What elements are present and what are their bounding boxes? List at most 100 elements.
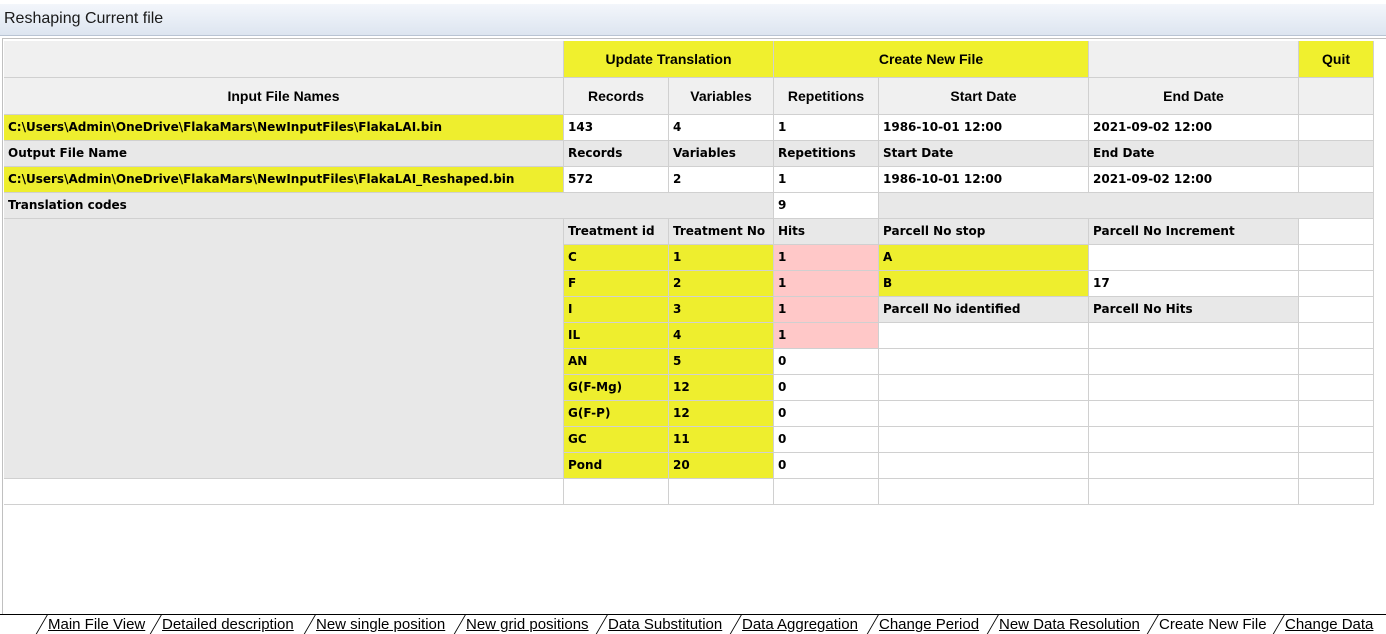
parcell-no-identified-header: Parcell No identified xyxy=(879,297,1089,323)
treatment-id-cell[interactable]: G(F-P) xyxy=(564,401,669,427)
treatment-id-cell[interactable]: I xyxy=(564,297,669,323)
quit-button[interactable]: Quit xyxy=(1299,41,1374,78)
empty-cell[interactable] xyxy=(564,479,669,505)
header-blank xyxy=(4,41,564,78)
empty-cell[interactable] xyxy=(1299,245,1374,271)
hits-cell[interactable]: 0 xyxy=(774,375,879,401)
input-repetitions-value[interactable]: 1 xyxy=(774,115,879,141)
translation-codes-count[interactable]: 9 xyxy=(774,193,879,219)
empty-cell[interactable] xyxy=(1299,401,1374,427)
input-variables-header: Variables xyxy=(669,78,774,115)
parcell-hits-cell[interactable] xyxy=(1089,349,1299,375)
treatment-id-cell[interactable]: G(F-Mg) xyxy=(564,375,669,401)
input-variables-value[interactable]: 4 xyxy=(669,115,774,141)
parcell-no-increment-header: Parcell No Increment xyxy=(1089,219,1299,245)
tab-new-data-resolution[interactable]: New Data Resolution xyxy=(995,615,1140,634)
output-start-date-value[interactable]: 1986-10-01 12:00 xyxy=(879,167,1089,193)
parcell-identified-cell[interactable] xyxy=(879,323,1089,349)
treatment-no-cell[interactable]: 4 xyxy=(669,323,774,349)
parcell-stop-cell[interactable]: B xyxy=(879,271,1089,297)
treatment-no-cell[interactable]: 1 xyxy=(669,245,774,271)
input-start-date-value[interactable]: 1986-10-01 12:00 xyxy=(879,115,1089,141)
update-translation-button[interactable]: Update Translation xyxy=(564,41,774,78)
empty-cell[interactable] xyxy=(1299,375,1374,401)
empty-cell[interactable] xyxy=(1299,167,1374,193)
treatment-no-cell[interactable]: 2 xyxy=(669,271,774,297)
empty-cell[interactable] xyxy=(4,479,564,505)
output-variables-value[interactable]: 2 xyxy=(669,167,774,193)
parcell-identified-cell[interactable] xyxy=(879,401,1089,427)
parcell-increment-cell[interactable]: 17 xyxy=(1089,271,1299,297)
empty-cell[interactable] xyxy=(1299,115,1374,141)
treatment-id-cell[interactable]: C xyxy=(564,245,669,271)
treatment-no-cell[interactable]: 3 xyxy=(669,297,774,323)
parcell-stop-cell[interactable]: A xyxy=(879,245,1089,271)
hits-cell[interactable]: 0 xyxy=(774,427,879,453)
output-repetitions-value[interactable]: 1 xyxy=(774,167,879,193)
parcell-identified-cell[interactable] xyxy=(879,427,1089,453)
header-blank-2 xyxy=(1089,41,1299,78)
empty-cell[interactable] xyxy=(669,479,774,505)
tab-data-aggregation[interactable]: Data Aggregation xyxy=(738,615,858,634)
treatment-id-cell[interactable]: GC xyxy=(564,427,669,453)
treatment-no-cell[interactable]: 12 xyxy=(669,375,774,401)
empty-cell[interactable] xyxy=(1299,453,1374,479)
treatment-no-cell[interactable]: 20 xyxy=(669,453,774,479)
tab-new-single-position[interactable]: New single position xyxy=(312,615,445,634)
empty-cell[interactable] xyxy=(1299,479,1374,505)
treatment-no-cell[interactable]: 11 xyxy=(669,427,774,453)
hits-cell[interactable]: 1 xyxy=(774,297,879,323)
empty-cell xyxy=(1299,141,1374,167)
treatment-id-cell[interactable]: F xyxy=(564,271,669,297)
empty-cell[interactable] xyxy=(1299,297,1374,323)
hits-cell[interactable]: 0 xyxy=(774,349,879,375)
empty-cell[interactable] xyxy=(1299,349,1374,375)
parcell-identified-cell[interactable] xyxy=(879,349,1089,375)
input-records-header: Records xyxy=(564,78,669,115)
tab-main-file-view[interactable]: Main File View xyxy=(44,615,145,634)
tab-change-period[interactable]: Change Period xyxy=(875,615,979,634)
treatment-id-cell[interactable]: AN xyxy=(564,349,669,375)
parcell-hits-cell[interactable] xyxy=(1089,453,1299,479)
treatment-no-cell[interactable]: 5 xyxy=(669,349,774,375)
parcell-hits-cell[interactable] xyxy=(1089,427,1299,453)
treatment-no-cell[interactable]: 12 xyxy=(669,401,774,427)
tab-detailed-description[interactable]: Detailed description xyxy=(158,615,294,634)
treatment-id-cell[interactable]: Pond xyxy=(564,453,669,479)
treatment-id-cell[interactable]: IL xyxy=(564,323,669,349)
tab-change-data[interactable]: Change Data xyxy=(1281,615,1373,634)
empty-cell[interactable] xyxy=(774,479,879,505)
empty-cell[interactable] xyxy=(879,479,1089,505)
parcell-identified-cell[interactable] xyxy=(879,453,1089,479)
output-end-date-value[interactable]: 2021-09-02 12:00 xyxy=(1089,167,1299,193)
empty-cell[interactable] xyxy=(1299,323,1374,349)
create-new-file-button[interactable]: Create New File xyxy=(774,41,1089,78)
input-end-date-value[interactable]: 2021-09-02 12:00 xyxy=(1089,115,1299,141)
parcell-no-hits-header: Parcell No Hits xyxy=(1089,297,1299,323)
translation-blank xyxy=(879,193,1374,219)
parcell-increment-cell[interactable] xyxy=(1089,245,1299,271)
output-file-path[interactable]: C:\Users\Admin\OneDrive\FlakaMars\NewInp… xyxy=(4,167,564,193)
output-repetitions-header: Repetitions xyxy=(774,141,879,167)
window-title: Reshaping Current file xyxy=(4,10,164,27)
hits-cell[interactable]: 1 xyxy=(774,323,879,349)
parcell-hits-cell[interactable] xyxy=(1089,375,1299,401)
empty-cell[interactable] xyxy=(1299,427,1374,453)
empty-cell[interactable] xyxy=(1299,219,1374,245)
parcell-hits-cell[interactable] xyxy=(1089,401,1299,427)
input-file-path[interactable]: C:\Users\Admin\OneDrive\FlakaMars\NewInp… xyxy=(4,115,564,141)
hits-cell[interactable]: 0 xyxy=(774,453,879,479)
hits-cell[interactable]: 1 xyxy=(774,245,879,271)
parcell-identified-cell[interactable] xyxy=(879,375,1089,401)
hits-cell[interactable]: 1 xyxy=(774,271,879,297)
tab-create-new-file[interactable]: Create New File xyxy=(1155,615,1267,634)
empty-cell[interactable] xyxy=(1089,479,1299,505)
input-records-value[interactable]: 143 xyxy=(564,115,669,141)
empty-cell[interactable] xyxy=(1299,271,1374,297)
tab-new-grid-positions[interactable]: New grid positions xyxy=(462,615,589,634)
tab-data-substitution[interactable]: Data Substitution xyxy=(604,615,722,634)
parcell-hits-cell[interactable] xyxy=(1089,323,1299,349)
output-records-value[interactable]: 572 xyxy=(564,167,669,193)
hits-cell[interactable]: 0 xyxy=(774,401,879,427)
input-file-names-header: Input File Names xyxy=(4,78,564,115)
